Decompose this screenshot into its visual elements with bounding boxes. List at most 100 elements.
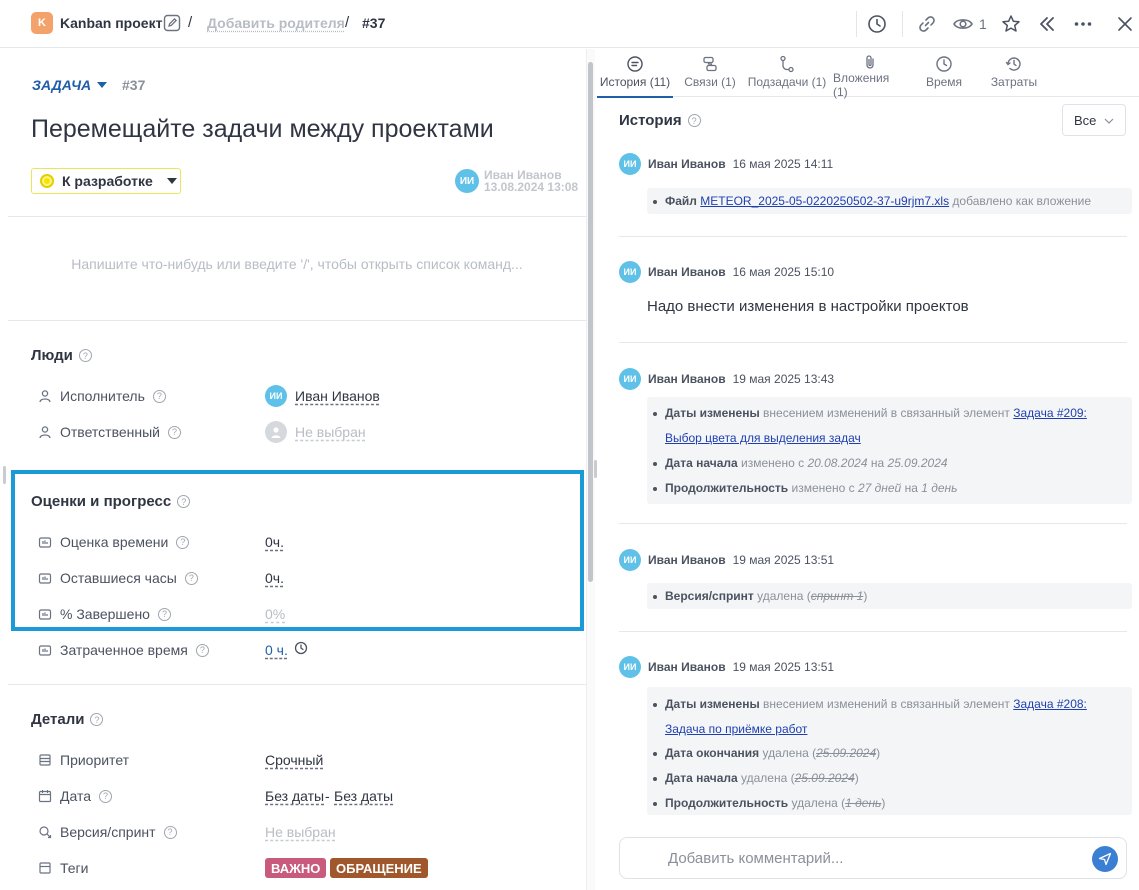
comment-icon [626,53,644,75]
divider [619,236,1127,237]
history-item: Даты изменены внесением изменений в связ… [653,697,1087,711]
tab-time[interactable]: Время [921,53,967,97]
comment-input[interactable]: Добавить комментарий... [619,837,1127,879]
tab-history[interactable]: История (11) [597,53,673,98]
section-title-details: Детали ? [31,711,104,728]
eye-icon[interactable] [952,13,974,35]
history-filter-dropdown[interactable]: Все [1062,104,1126,136]
old-value: 27 дней [857,481,902,495]
removed-value: 25.09.2024 [816,746,877,760]
date-label: Дата ? [38,788,113,804]
history-item: Дата начала изменено с 20.08.2024 на 25.… [653,456,948,470]
item-title: Дата начала [665,456,738,470]
item-title: Даты изменены [665,406,760,420]
entry-author: Иван Иванов [648,157,726,171]
link-icon[interactable] [916,13,938,35]
priority-value[interactable]: Срочный [265,752,323,768]
remaining-label: Оставшиеся часы ? [38,570,198,586]
send-button[interactable] [1092,846,1118,872]
help-icon[interactable]: ? [99,789,113,803]
help-icon[interactable]: ? [78,349,92,362]
divider [619,631,1127,632]
item-title: Продолжительность [665,796,789,810]
attachment-link[interactable]: METEOR_2025-05-0220250502-37-u9rjm7.xls [700,194,949,208]
history-item: Продолжительность удалена (1 день) [652,796,886,810]
help-icon[interactable]: ? [687,114,701,127]
history-icon [1005,53,1023,75]
edit-icon[interactable] [163,14,181,32]
tab-costs[interactable]: Затраты [989,53,1039,97]
status-dropdown[interactable]: К разработке [31,168,181,194]
status-label: К разработке [62,173,153,189]
spent-value[interactable]: 0 ч. [265,642,288,658]
sprint-value[interactable]: Не выбран [265,824,336,840]
avatar: ИИ [619,261,641,283]
help-icon[interactable]: ? [152,389,166,403]
tag-badge[interactable]: ОБРАЩЕНИЕ [330,858,428,878]
item-title: Дата начала [665,771,738,785]
end-date-value[interactable]: Без даты [334,788,393,804]
history-item: Дата начала удалена (25.09.2024) [653,771,859,785]
help-icon[interactable]: ? [90,713,104,726]
complete-value[interactable]: 0% [265,606,285,622]
clock-icon [935,53,953,75]
timer-icon [38,607,52,621]
tab-links[interactable]: Связи (1) [683,53,737,97]
item-title: Дата окончания [665,746,760,760]
close-icon[interactable] [1114,13,1136,35]
help-icon[interactable]: ? [184,571,198,585]
field-label: Исполнитель [60,388,145,404]
star-icon[interactable] [1000,13,1022,35]
history-clock-icon[interactable] [866,13,888,35]
avatar: ИИ [265,385,287,407]
help-icon[interactable]: ? [176,535,190,549]
item-text: удалена [757,589,804,603]
task-type-dropdown[interactable]: ЗАДАЧА [32,77,108,93]
tab-label: Вложения (1) [833,71,890,99]
tab-label: Время [925,75,963,89]
item-text: добавлено как вложение [952,194,1092,208]
tag-badge[interactable]: ВАЖНО [265,858,327,878]
add-parent-link[interactable]: Добавить родителя [207,15,345,31]
item-text: удалена [762,746,809,760]
estimate-label: Оценка времени ? [38,534,190,550]
field-label: Оценка времени [60,534,169,550]
entry-author: Иван Иванов [648,553,726,567]
help-icon[interactable]: ? [163,825,177,839]
responsible-value[interactable]: Не выбран [295,424,366,440]
comment-placeholder: Добавить комментарий... [668,850,844,867]
estimate-value[interactable]: 0ч. [265,534,284,550]
user-icon [38,425,52,439]
description-editor[interactable]: Напишите что-нибудь или введите '/', что… [8,256,586,272]
related-task-link[interactable]: Задача #209: [1013,406,1087,420]
remaining-value[interactable]: 0ч. [265,570,284,586]
task-title[interactable]: Перемещайте задачи между проектами [31,115,494,144]
divider [8,320,586,321]
resize-handle[interactable] [3,466,6,484]
complete-label: % Завершено ? [38,606,171,622]
tab-bar: История (11) Связи (1) Подзадачи (1) Вло… [597,49,1139,99]
related-task-link[interactable]: Задача по приёмке работ [665,722,807,736]
more-icon[interactable] [1072,13,1094,35]
clock-icon[interactable] [294,641,308,658]
send-icon [1098,852,1112,866]
field-label: Ответственный [60,424,160,440]
tab-attachments[interactable]: Вложения (1) [833,53,907,99]
help-icon[interactable]: ? [195,643,209,657]
related-task-link[interactable]: Выбор цвета для выделения задач [665,431,861,445]
scrollbar-thumb[interactable] [588,62,593,582]
item-text: на [904,481,918,495]
help-icon[interactable]: ? [177,495,191,508]
help-icon[interactable]: ? [167,425,181,439]
breadcrumb-separator: / [188,14,193,31]
tab-subtasks[interactable]: Подзадачи (1) [747,53,827,97]
collapse-icon[interactable] [1036,13,1058,35]
field-label: % Завершено [60,606,150,622]
start-date-value[interactable]: Без даты [265,788,324,804]
assignee-value[interactable]: Иван Иванов [295,388,380,404]
entry-author: Иван Иванов [648,372,726,386]
project-name[interactable]: Kanban проект [60,15,162,31]
help-icon[interactable]: ? [157,607,171,621]
project-badge[interactable]: K [31,12,53,34]
related-task-link[interactable]: Задача #208: [1013,697,1087,711]
